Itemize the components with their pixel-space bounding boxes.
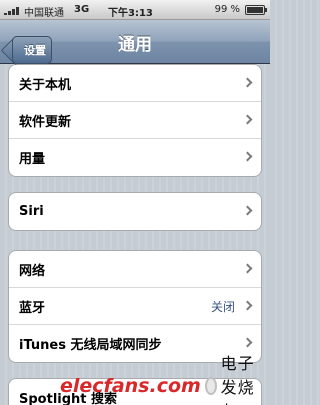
back-button-settings[interactable]: 设置 (12, 36, 52, 64)
settings-group-about: 关于本机 软件更新 用量 (8, 64, 262, 177)
watermark-emblem-icon (204, 377, 217, 395)
chevron-right-icon (242, 205, 253, 216)
row-label: 软件更新 (19, 114, 72, 130)
row-label: iTunes 无线局域网同步 (19, 338, 162, 353)
row-software-update[interactable]: 软件更新 (9, 102, 261, 139)
navigation-bar: 设置 通用 (0, 20, 270, 64)
battery-icon (245, 5, 267, 15)
row-bluetooth[interactable]: 蓝牙 关闭 (9, 288, 261, 325)
row-label: 网络 (19, 263, 46, 279)
row-about-device[interactable]: 关于本机 (9, 65, 261, 102)
watermark: elecfans.com 电子发烧友 (60, 354, 268, 405)
watermark-logo: elecfans.com (60, 375, 201, 397)
row-network[interactable]: 网络 (9, 251, 261, 288)
bluetooth-status-value: 关闭 (210, 299, 235, 314)
row-siri[interactable]: Siri (9, 193, 261, 230)
chevron-right-icon (242, 263, 253, 274)
chevron-right-icon (242, 300, 253, 311)
back-button-label: 设置 (24, 44, 46, 57)
row-label: Siri (19, 204, 44, 219)
battery-percentage: 99 % (214, 4, 240, 15)
settings-group-network: 网络 蓝牙 关闭 iTunes 无线局域网同步 (8, 250, 262, 363)
row-label: 用量 (19, 152, 46, 167)
row-label: 蓝牙 (19, 300, 46, 316)
chevron-right-icon (242, 151, 253, 162)
status-bar: 中国联通 3G 下午3:13 99 % (0, 0, 270, 20)
watermark-text: 电子发烧友 (220, 354, 255, 405)
chevron-right-icon (242, 77, 253, 88)
signal-strength-icon (4, 5, 26, 15)
chevron-right-icon (242, 337, 253, 348)
chevron-right-icon (242, 114, 253, 125)
status-time: 下午3:13 (108, 8, 153, 19)
settings-group-siri: Siri (8, 192, 262, 231)
row-usage[interactable]: 用量 (9, 139, 261, 176)
network-type: 3G (74, 4, 90, 15)
row-label: 关于本机 (19, 77, 72, 93)
carrier-name: 中国联通 (24, 8, 64, 19)
